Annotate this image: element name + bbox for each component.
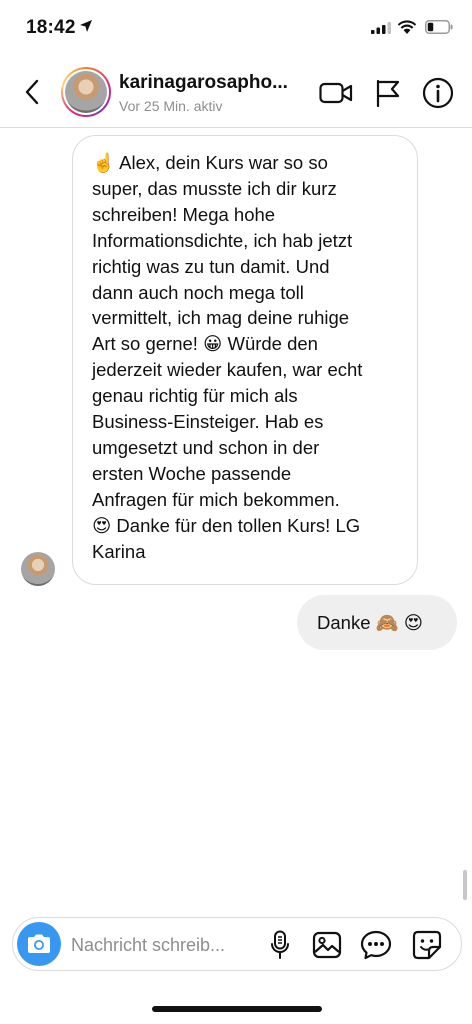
status-bar: 18:42	[0, 0, 472, 56]
message-line: Business-Einsteiger. Hab es	[92, 411, 324, 433]
flag-icon	[376, 79, 400, 107]
sender-avatar[interactable]	[21, 552, 55, 586]
info-icon	[422, 77, 454, 109]
more-options-icon	[360, 930, 392, 960]
gallery-button[interactable]	[311, 929, 343, 961]
message-line: genau richtig für mich als	[92, 385, 298, 407]
message-line: Karina	[92, 540, 146, 562]
message-line: richtig was zu tun damit. Und	[92, 255, 330, 277]
scroll-indicator[interactable]	[463, 870, 467, 900]
info-button[interactable]	[421, 76, 455, 110]
video-camera-icon	[319, 82, 353, 104]
message-line: Art so gerne! 😀 Würde den	[92, 333, 318, 355]
message-line: Informationsdichte, ich hab jetzt	[92, 229, 353, 251]
sticker-button[interactable]	[411, 929, 443, 961]
report-flag-button[interactable]	[371, 76, 405, 110]
outgoing-message-text: Danke 🙈 😍	[317, 611, 424, 633]
message-input[interactable]	[71, 931, 261, 959]
gallery-icon	[312, 931, 342, 959]
location-arrow-icon	[80, 20, 92, 32]
camera-icon	[28, 934, 50, 953]
back-button[interactable]	[18, 76, 46, 108]
message-line: schreiben! Mega hohe	[92, 203, 276, 225]
wifi-icon	[397, 20, 417, 34]
microphone-icon	[271, 930, 289, 959]
message-composer	[12, 917, 462, 971]
incoming-message-bubble[interactable]: ☝️ Alex, dein Kurs war so so super, das …	[72, 135, 418, 585]
incoming-message-text: ☝️ Alex, dein Kurs war so so super, das …	[92, 150, 399, 565]
voice-message-button[interactable]	[264, 929, 296, 961]
message-line: vermittelt, ich mag deine ruhige	[92, 307, 350, 329]
message-line: dann auch noch mega toll	[92, 281, 304, 303]
contact-activity-status: Vor 25 Min. aktiv	[119, 98, 223, 114]
message-line: ersten Woche passende	[92, 462, 292, 484]
video-call-button[interactable]	[319, 76, 353, 110]
message-line: Anfragen für mich bekommen.	[92, 488, 340, 510]
chat-header: karinagarosapho... Vor 25 Min. aktiv	[0, 56, 472, 128]
status-time: 18:42	[26, 17, 76, 38]
camera-button[interactable]	[17, 922, 61, 966]
more-options-button[interactable]	[360, 929, 392, 961]
message-line: 😍 Danke für den tollen Kurs! LG	[92, 514, 361, 536]
sticker-icon	[412, 930, 442, 960]
cellular-signal-icon	[371, 22, 391, 34]
profile-avatar[interactable]	[61, 67, 111, 117]
battery-icon	[425, 20, 453, 34]
back-icon	[25, 79, 39, 105]
message-line: umgesetzt und schon in der	[92, 436, 320, 458]
outgoing-message-bubble[interactable]: Danke 🙈 😍	[297, 595, 457, 650]
home-indicator	[152, 1006, 322, 1012]
message-line: ☝️ Alex, dein Kurs war so so	[92, 152, 328, 173]
message-line: super, das musste ich dir kurz	[92, 177, 337, 199]
message-line: jederzeit wieder kaufen, war echt	[92, 359, 363, 381]
avatar-photo	[65, 71, 107, 113]
contact-username[interactable]: karinagarosapho...	[119, 72, 309, 94]
